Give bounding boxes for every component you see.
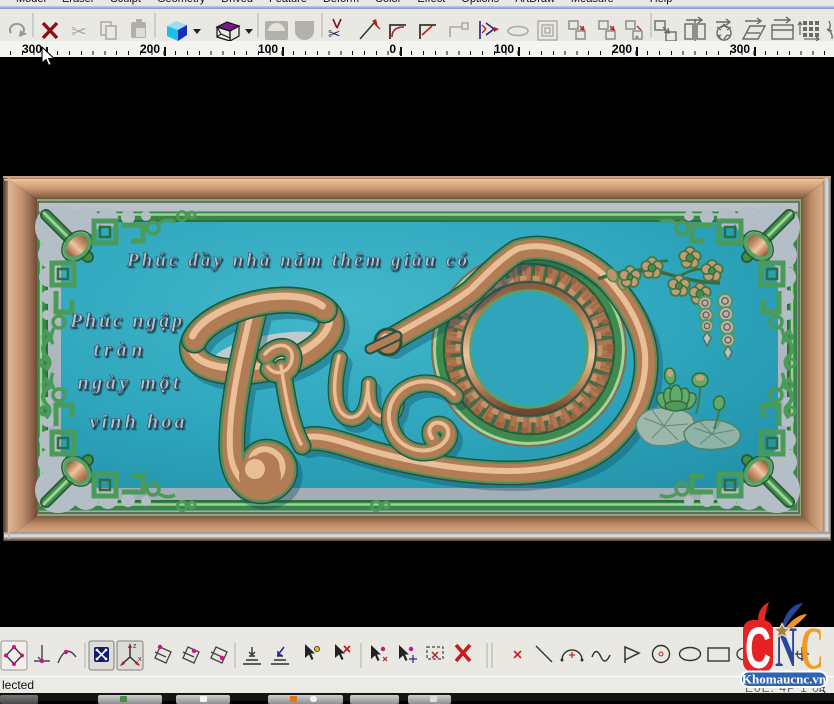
svg-text:✂: ✂ [328,26,341,41]
svg-text:x: x [138,656,142,663]
svg-text:N: N [775,616,797,679]
svg-text:z: z [133,643,137,650]
svg-text:Phúc đầy nhà năm thêm giàu có: Phúc đầy nhà năm thêm giàu có [126,250,467,271]
svg-text:✂: ✂ [71,22,87,41]
svg-text:Khomaucnc.vn: Khomaucnc.vn [742,672,827,687]
svg-text:Phúc ngập: Phúc ngập [69,310,182,332]
